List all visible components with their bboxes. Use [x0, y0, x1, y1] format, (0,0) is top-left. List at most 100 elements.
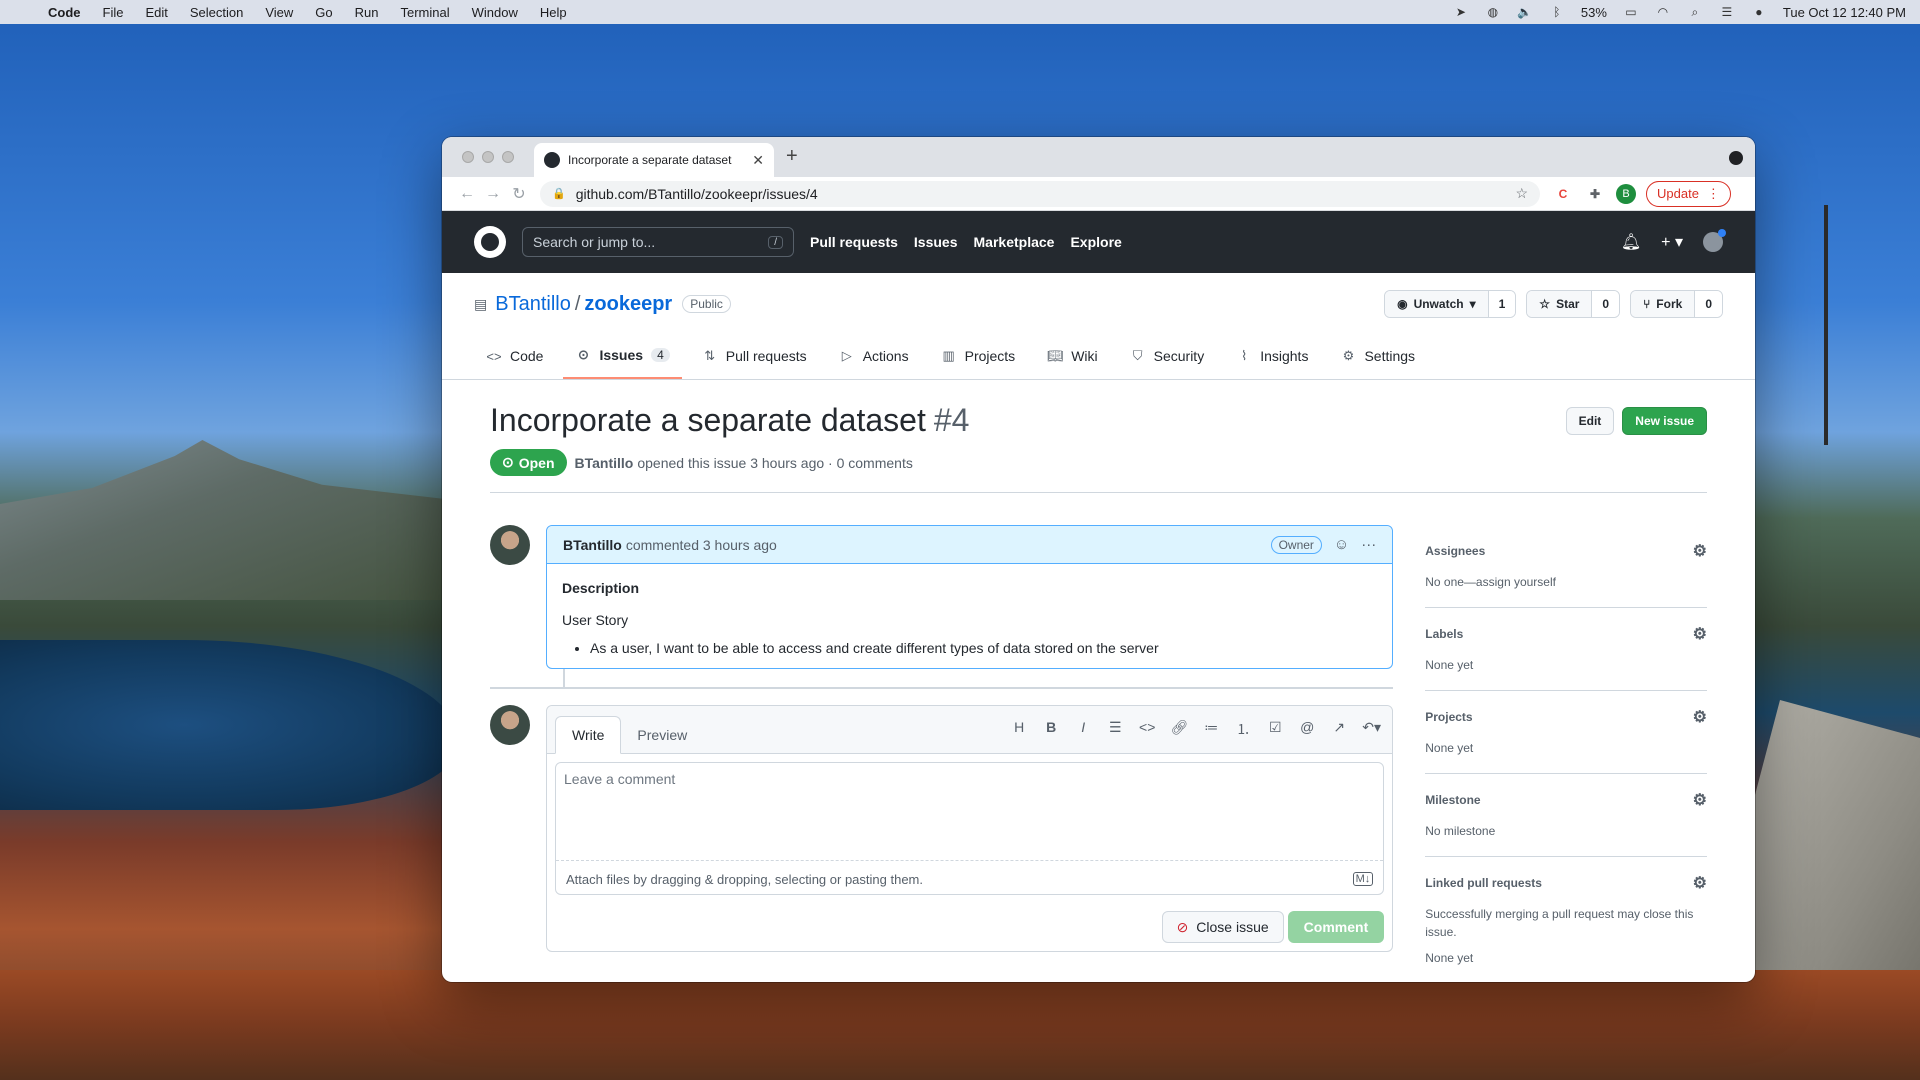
italic-icon[interactable]: I	[1074, 719, 1092, 739]
volume-icon[interactable]: 🔈	[1517, 6, 1533, 18]
gear-icon[interactable]: ⚙	[1693, 541, 1707, 561]
battery-percent[interactable]: 53%	[1581, 5, 1607, 20]
edit-title-button[interactable]: Edit	[1565, 406, 1615, 435]
close-issue-button[interactable]: ⊘ Close issue	[1161, 911, 1284, 943]
comment-button[interactable]: Comment	[1287, 911, 1385, 943]
sidebar-milestone-header[interactable]: Milestone ⚙	[1425, 790, 1707, 810]
kebab-horizontal-icon[interactable]: ···	[1361, 536, 1376, 553]
gear-icon[interactable]: ⚙	[1693, 873, 1707, 893]
nav-explore[interactable]: Explore	[1070, 234, 1121, 250]
tab-insights[interactable]: ⌇ Insights	[1224, 337, 1320, 379]
menu-view[interactable]: View	[265, 5, 293, 20]
github-search-input[interactable]: Search or jump to... /	[522, 227, 794, 257]
sidebar-projects-header[interactable]: Projects ⚙	[1425, 707, 1707, 727]
bold-icon[interactable]: B	[1042, 719, 1060, 739]
code-icon[interactable]: <>	[1138, 719, 1156, 739]
link-icon[interactable]: 🔗︎	[1170, 719, 1188, 739]
tab-actions[interactable]: ▷ Actions	[827, 337, 921, 379]
bluetooth-icon[interactable]: ᛒ	[1549, 6, 1565, 18]
vpn-icon[interactable]: ◍	[1485, 6, 1501, 18]
tab-search-icon[interactable]	[1729, 151, 1743, 165]
tab-settings[interactable]: ⚙ Settings	[1328, 337, 1427, 379]
menu-window[interactable]: Window	[472, 5, 518, 20]
profile-avatar[interactable]: B	[1616, 183, 1636, 204]
menu-run[interactable]: Run	[355, 5, 379, 20]
user-avatar-menu[interactable]	[1703, 229, 1726, 252]
tab-close-icon[interactable]: ✕	[752, 152, 764, 169]
tab-write[interactable]: Write	[555, 716, 622, 754]
sidebar-linked-prs-header[interactable]: Linked pull requests ⚙	[1425, 873, 1707, 893]
repo-owner-link[interactable]: BTantillo	[495, 293, 571, 316]
address-bar[interactable]: 🔒 github.com/BTantillo/zookeepr/issues/4…	[540, 180, 1540, 207]
address-url[interactable]: github.com/BTantillo/zookeepr/issues/4	[576, 186, 1516, 202]
sidebar-labels-header[interactable]: Labels ⚙	[1425, 624, 1707, 644]
markdown-icon[interactable]: M↓	[1352, 872, 1374, 886]
fork-button[interactable]: ⑂ Fork	[1631, 291, 1695, 317]
star-button[interactable]: ☆ Star	[1527, 291, 1592, 317]
gear-icon[interactable]: ⚙	[1693, 790, 1707, 810]
menu-terminal[interactable]: Terminal	[401, 5, 450, 20]
zoom-window-button[interactable]	[502, 151, 514, 163]
close-window-button[interactable]	[462, 151, 474, 163]
task-list-icon[interactable]: ☑	[1266, 719, 1284, 739]
comment-timestamp[interactable]: commented 3 hours ago	[626, 537, 777, 553]
new-tab-icon[interactable]: +	[786, 145, 798, 168]
menu-selection[interactable]: Selection	[190, 5, 243, 20]
nav-pull-requests[interactable]: Pull requests	[810, 234, 898, 250]
github-logo-icon[interactable]	[474, 226, 506, 258]
attach-files-hint[interactable]: Attach files by dragging & dropping, sel…	[556, 864, 1383, 894]
extensions-puzzle-icon[interactable]: ✚	[1586, 185, 1604, 203]
issue-author-link[interactable]: BTantillo	[575, 455, 634, 471]
siri-icon[interactable]: ●	[1751, 6, 1767, 18]
new-issue-button[interactable]: New issue	[1622, 406, 1707, 435]
ordered-list-icon[interactable]: ⒈	[1234, 719, 1252, 739]
browser-tab-active[interactable]: Incorporate a separate dataset ✕	[534, 143, 774, 177]
tab-wiki[interactable]: 📖︎ Wiki	[1035, 337, 1109, 379]
mention-icon[interactable]: @	[1298, 719, 1316, 739]
tab-issues[interactable]: ⊙ Issues 4	[563, 337, 682, 379]
tab-pull-requests[interactable]: ⇅ Pull requests	[690, 337, 819, 379]
wifi-icon[interactable]: ◠	[1655, 6, 1671, 18]
tab-preview[interactable]: Preview	[621, 717, 703, 753]
control-center-icon[interactable]: ☰	[1719, 6, 1735, 18]
unwatch-button[interactable]: ◉ Unwatch ▾	[1385, 291, 1488, 317]
lock-icon[interactable]: 🔒	[552, 187, 566, 200]
tab-projects[interactable]: ▥ Projects	[929, 337, 1028, 379]
repo-name-link[interactable]: zookeepr	[584, 293, 672, 316]
extension-c-icon[interactable]: C	[1554, 185, 1572, 203]
nav-marketplace[interactable]: Marketplace	[974, 234, 1055, 250]
smiley-reaction-icon[interactable]: ☺	[1334, 536, 1349, 553]
reload-icon[interactable]: ↻	[506, 184, 532, 204]
sidebar-assignees-header[interactable]: Assignees ⚙	[1425, 541, 1707, 561]
minimize-window-button[interactable]	[482, 151, 494, 163]
gear-icon[interactable]: ⚙	[1693, 624, 1707, 644]
comment-textarea[interactable]	[556, 763, 1384, 861]
menu-file[interactable]: File	[103, 5, 124, 20]
watch-count[interactable]: 1	[1487, 291, 1516, 317]
battery-icon[interactable]: ▭	[1623, 6, 1639, 18]
notification-bell-icon[interactable]: 🔔︎	[1621, 232, 1641, 252]
location-icon[interactable]: ➤	[1453, 6, 1469, 18]
tab-code[interactable]: <> Code	[474, 337, 555, 379]
avatar[interactable]	[490, 705, 530, 745]
reply-icon[interactable]: ↶▾	[1362, 719, 1381, 739]
spotlight-search-icon[interactable]: ⌕	[1687, 6, 1703, 18]
menu-app-name[interactable]: Code	[48, 5, 81, 20]
forward-arrow-icon[interactable]: →	[480, 185, 506, 203]
bookmark-star-icon[interactable]: ☆	[1515, 185, 1528, 202]
quote-icon[interactable]: ☰	[1106, 719, 1124, 739]
unordered-list-icon[interactable]: ≔	[1202, 719, 1220, 739]
cross-reference-icon[interactable]: ↗	[1330, 719, 1348, 739]
gear-icon[interactable]: ⚙	[1693, 707, 1707, 727]
browser-update-button[interactable]: Update ⋮	[1646, 180, 1731, 207]
menu-go[interactable]: Go	[315, 5, 332, 20]
heading-icon[interactable]: H	[1010, 719, 1028, 739]
menubar-clock[interactable]: Tue Oct 12 12:40 PM	[1783, 5, 1906, 20]
avatar[interactable]	[490, 525, 530, 565]
menu-help[interactable]: Help	[540, 5, 567, 20]
back-arrow-icon[interactable]: ←	[454, 185, 480, 203]
menu-edit[interactable]: Edit	[145, 5, 167, 20]
comment-author-link[interactable]: BTantillo	[563, 537, 622, 553]
star-count[interactable]: 0	[1591, 291, 1620, 317]
fork-count[interactable]: 0	[1694, 291, 1722, 317]
